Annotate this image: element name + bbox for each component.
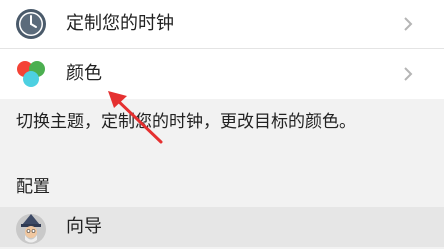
chevron-right-icon bbox=[400, 66, 416, 82]
color-label: 颜色 bbox=[66, 63, 102, 84]
color-dots-icon bbox=[15, 58, 47, 90]
settings-description: 切换主题，定制您的时钟，更改目标的颜色。 bbox=[16, 112, 356, 132]
clock-icon bbox=[15, 8, 47, 40]
customize-clock-label: 定制您的时钟 bbox=[66, 13, 174, 34]
customize-clock-row[interactable]: 定制您的时钟 bbox=[0, 0, 444, 49]
guide-label: 向导 bbox=[66, 216, 102, 237]
section-header-config: 配置 bbox=[16, 177, 50, 197]
color-row[interactable]: 颜色 bbox=[0, 49, 444, 99]
wizard-avatar-icon bbox=[15, 213, 47, 245]
guide-row[interactable]: 向导 bbox=[0, 207, 444, 247]
chevron-right-icon bbox=[400, 16, 416, 32]
